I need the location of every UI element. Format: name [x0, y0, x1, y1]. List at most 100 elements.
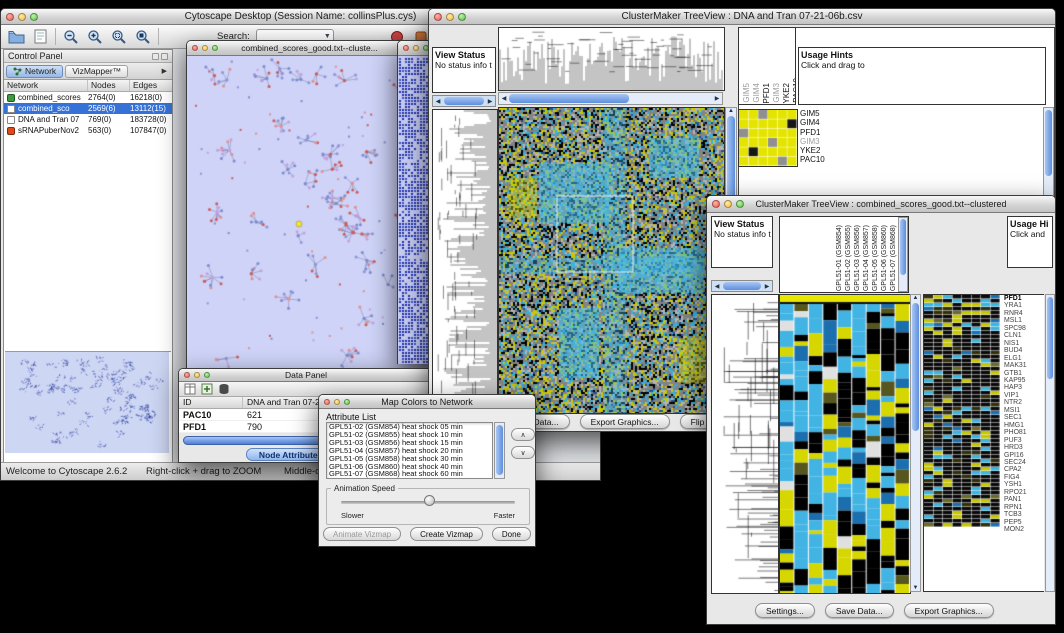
scroll-right-icon[interactable]: ▶ — [712, 95, 722, 102]
network-list-row[interactable]: combined_sco2569(6)13112(15) — [4, 103, 172, 114]
zoom-window-icon[interactable] — [344, 399, 350, 405]
gene-label[interactable]: PHO81 — [1004, 429, 1044, 436]
column-label[interactable]: GIM3 — [772, 83, 781, 103]
gene-label[interactable]: HMG1 — [1004, 422, 1044, 429]
nav-thumb[interactable] — [723, 282, 761, 290]
save-data-button[interactable]: Save Data... — [825, 603, 894, 618]
column-header-edges[interactable]: Edges — [130, 80, 172, 91]
zoom-window-icon[interactable] — [458, 13, 466, 21]
gene-label[interactable]: NTR2 — [1004, 399, 1044, 406]
scroll-up-icon[interactable]: ▲ — [726, 108, 736, 114]
gene-label[interactable]: VIP1 — [1004, 392, 1044, 399]
column-header-network[interactable]: Network — [4, 80, 88, 91]
gene-label[interactable]: MAK31 — [1004, 362, 1044, 369]
move-down-button[interactable]: ∨ — [511, 446, 535, 459]
scroll-left-icon[interactable]: ◀ — [433, 98, 443, 105]
gene-label[interactable]: NIS1 — [1004, 340, 1044, 347]
column-label[interactable]: GPL51-01 (GSM854) — [836, 225, 844, 291]
tab-overflow-icon[interactable]: ▶ — [159, 67, 170, 75]
column-dendrogram[interactable] — [498, 27, 725, 91]
minimize-icon[interactable] — [202, 45, 208, 51]
scroll-down-icon[interactable]: ▼ — [911, 585, 920, 591]
scroll-up-icon[interactable]: ▲ — [911, 295, 920, 301]
zoom-fit-icon[interactable] — [134, 28, 152, 46]
zoom-window-icon[interactable] — [30, 13, 38, 21]
gene-label[interactable]: TCB3 — [1004, 511, 1044, 518]
gene-label[interactable]: KAP95 — [1004, 377, 1044, 384]
row-label[interactable]: YKE2 — [800, 146, 846, 155]
close-icon[interactable] — [192, 45, 198, 51]
column-label[interactable]: GIM4 — [752, 83, 761, 103]
gene-label[interactable]: GTB1 — [1004, 370, 1044, 377]
gene-label[interactable]: YSH1 — [1004, 481, 1044, 488]
import-network-icon[interactable] — [31, 28, 49, 46]
treeview-dna-titlebar[interactable]: ClusterMaker TreeView : DNA and Tran 07-… — [429, 9, 1055, 25]
zoom-window-icon[interactable] — [204, 372, 210, 378]
gene-label[interactable]: GPI16 — [1004, 452, 1044, 459]
row-dendrogram[interactable] — [432, 109, 498, 413]
animate-vizmap-button[interactable]: Animate Vizmap — [323, 527, 401, 541]
v-scroll-thumb[interactable] — [496, 425, 503, 475]
attribute-list-scrollbar[interactable] — [494, 422, 505, 479]
gene-list-scrollbar[interactable] — [1045, 294, 1055, 592]
data-panel-titlebar[interactable]: Data Panel — [179, 369, 433, 382]
export-graphics-button[interactable]: Export Graphics... — [904, 603, 994, 618]
minimize-icon[interactable] — [194, 372, 200, 378]
gene-label[interactable]: MSI1 — [1004, 407, 1044, 414]
column-label[interactable]: GPL51-05 (GSM858) — [872, 225, 880, 291]
gene-label[interactable]: ELG1 — [1004, 355, 1044, 362]
slider-thumb[interactable] — [424, 495, 435, 506]
attribute-create-icon[interactable] — [201, 383, 213, 395]
column-label[interactable]: GPL51-03 (GSM856) — [854, 225, 862, 291]
gene-label[interactable]: MSL1 — [1004, 317, 1044, 324]
gene-label[interactable]: CPA2 — [1004, 466, 1044, 473]
attribute-list-item[interactable]: GPL51-07 (GSM868) heat shock 60 min — [327, 470, 492, 478]
scroll-left-icon[interactable]: ◀ — [712, 283, 722, 290]
minimize-icon[interactable] — [334, 399, 340, 405]
close-icon[interactable] — [434, 13, 442, 21]
gene-label[interactable]: SEC1 — [1004, 414, 1044, 421]
zoom-selected-icon[interactable] — [110, 28, 128, 46]
attribute-list[interactable]: GPL51-02 (GSM854) heat shock 05 minGPL51… — [326, 422, 493, 479]
minimize-icon[interactable] — [446, 13, 454, 21]
gene-label[interactable]: SPC98 — [1004, 325, 1044, 332]
done-button[interactable]: Done — [492, 527, 531, 541]
network-list-row[interactable]: combined_scores2764(0)16218(0) — [4, 92, 172, 103]
treeview-combined-titlebar[interactable]: ClusterMaker TreeView : combined_scores_… — [707, 196, 1055, 213]
column-header-nodes[interactable]: Nodes — [88, 80, 130, 91]
nav-thumb[interactable] — [444, 97, 484, 105]
attribute-select-icon[interactable] — [184, 383, 196, 395]
gene-label[interactable]: SEC24 — [1004, 459, 1044, 466]
close-icon[interactable] — [712, 200, 720, 208]
column-label[interactable]: GPL51-06 (GSM860) — [881, 225, 889, 291]
open-session-icon[interactable] — [7, 28, 25, 46]
zoom-heatmap-canvas[interactable] — [924, 295, 1000, 527]
gene-label[interactable]: FIG4 — [1004, 474, 1044, 481]
v-scroll-thumb[interactable] — [912, 303, 919, 431]
network-view-titlebar[interactable]: combined_scores_good.txt--cluste... — [187, 41, 432, 56]
v-scroll-thumb[interactable] — [1045, 110, 1052, 176]
row-label[interactable]: GIM3 — [800, 137, 846, 146]
tab-network[interactable]: Network — [6, 65, 63, 78]
tab-vizmapper[interactable]: VizMapper™ — [65, 65, 128, 78]
column-header-id[interactable]: ID — [179, 397, 243, 408]
gene-label[interactable]: CLN1 — [1004, 332, 1044, 339]
heatmap-v-scrollbar[interactable]: ▲ ▼ — [910, 294, 921, 592]
column-label[interactable]: GPL51-07 (GSM868) — [890, 225, 898, 291]
minimize-icon[interactable] — [18, 13, 26, 21]
labels-v-scrollbar[interactable] — [898, 217, 908, 292]
row-label[interactable]: PFD1 — [800, 128, 846, 137]
settings-button[interactable]: Settings... — [755, 603, 815, 618]
row-label[interactable]: PAC10 — [800, 155, 846, 164]
gene-label[interactable]: PEP5 — [1004, 519, 1044, 526]
gene-label[interactable]: PUF3 — [1004, 437, 1044, 444]
heatmap-h-scrollbar[interactable]: ◀ ▶ — [498, 92, 723, 105]
v-scroll-thumb[interactable] — [900, 219, 906, 275]
gene-label[interactable]: RNR4 — [1004, 310, 1044, 317]
row-label[interactable]: GIM5 — [800, 109, 846, 118]
heatmap-canvas[interactable] — [498, 107, 725, 414]
gene-label[interactable]: MON2 — [1004, 526, 1044, 533]
dialog-titlebar[interactable]: Map Colors to Network — [319, 395, 535, 409]
scroll-left-icon[interactable]: ◀ — [499, 95, 509, 102]
v-scroll-thumb[interactable] — [1047, 297, 1053, 379]
